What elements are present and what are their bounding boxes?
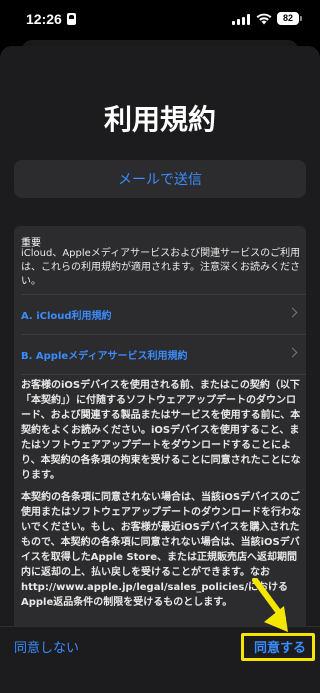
divider bbox=[21, 374, 306, 375]
id-icon bbox=[67, 13, 76, 25]
page-title: 利用規約 bbox=[103, 103, 216, 136]
media-services-terms-link[interactable]: B. Appleメディアサービス利用規約 bbox=[14, 334, 306, 374]
terms-paragraph-1: お客様のiOSデバイスを使用される前、またはこの契約（以下「本契約」）に付随する… bbox=[21, 380, 301, 481]
arrow-icon bbox=[252, 578, 288, 632]
send-email-button[interactable]: メールで送信 bbox=[14, 160, 306, 198]
disagree-button[interactable]: 同意しない bbox=[14, 637, 79, 656]
agree-button[interactable]: 同意する bbox=[254, 637, 306, 656]
status-time: 12:26 bbox=[26, 11, 62, 27]
signal-icon bbox=[232, 14, 250, 25]
icloud-terms-link[interactable]: A. iCloud利用規約 bbox=[14, 294, 306, 334]
terms-container[interactable]: 重要 iCloud、Appleメディアサービスおよび関連サービスのご利用は、これ… bbox=[14, 226, 306, 626]
wifi-icon bbox=[256, 13, 272, 25]
terms-intro: iCloud、Appleメディアサービスおよび関連サービスのご利用は、これらの利… bbox=[21, 248, 301, 287]
link-label: B. Appleメディアサービス利用規約 bbox=[21, 350, 188, 362]
battery-icon: 82 bbox=[277, 12, 302, 25]
link-label: A. iCloud利用規約 bbox=[21, 310, 112, 322]
bottom-bar: 同意しない 同意する bbox=[0, 626, 320, 693]
status-bar: 12:26 82 bbox=[0, 0, 320, 40]
chevron-right-icon bbox=[287, 307, 298, 318]
chevron-right-icon bbox=[287, 347, 298, 358]
